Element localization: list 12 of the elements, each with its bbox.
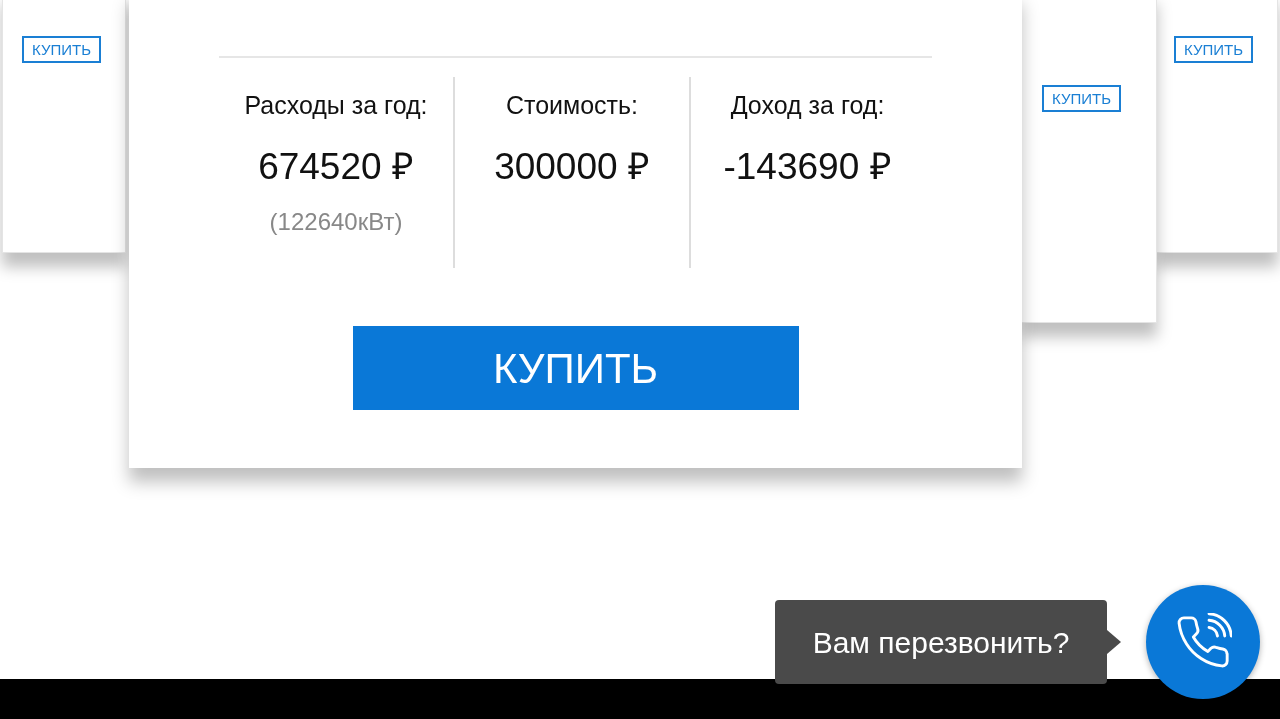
tooltip-text: Вам перезвонить? [812,624,1070,661]
stat-label: Стоимость: [505,90,639,121]
stat-note: (122640кВт) [269,207,403,237]
stat-label: Расходы за год: [244,90,428,121]
buy-button[interactable]: КУПИТЬ [1042,85,1121,112]
buy-button[interactable]: КУПИТЬ [22,36,101,63]
buy-button[interactable]: КУПИТЬ [1174,36,1253,63]
stat-value: 674520 ₽ [258,144,414,189]
stat-label: Доход за год: [730,90,885,121]
buy-button[interactable]: КУПИТЬ [352,326,799,410]
stat-value: 300000 ₽ [494,144,650,189]
stat-value: -143690 ₽ [723,144,892,189]
